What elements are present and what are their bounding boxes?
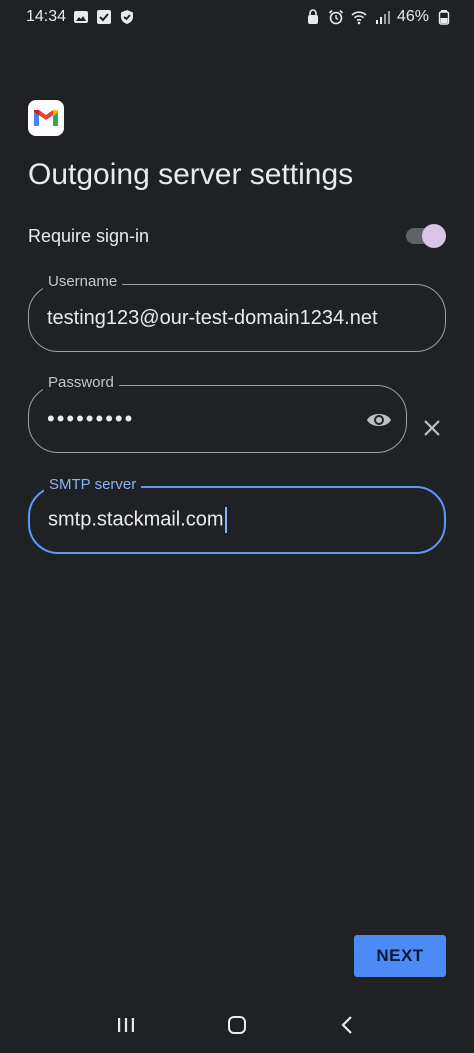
password-value: ••••••••• — [47, 406, 135, 431]
alarm-icon — [328, 9, 344, 25]
alarm-lock-icon — [305, 9, 321, 25]
system-nav-bar — [0, 997, 474, 1053]
username-value: testing123@our-test-domain1234.net — [47, 306, 378, 329]
back-icon[interactable] — [336, 1013, 360, 1037]
gmail-logo-icon — [28, 100, 64, 136]
text-cursor — [224, 507, 227, 533]
checkbox-icon — [96, 9, 112, 25]
password-label: Password — [43, 374, 119, 391]
smtp-server-value-wrap: smtp.stackmail.com — [30, 507, 227, 533]
gallery-icon — [73, 9, 89, 25]
shield-icon — [119, 9, 135, 25]
smtp-server-value: smtp.stackmail.com — [48, 508, 224, 531]
require-signin-label: Require sign-in — [28, 225, 150, 246]
show-password-eye-icon[interactable] — [366, 407, 392, 433]
status-time: 14:34 — [26, 8, 67, 25]
battery-percent: 46% — [396, 8, 429, 25]
require-signin-toggle[interactable] — [406, 223, 446, 249]
home-icon[interactable] — [225, 1013, 249, 1037]
smtp-server-field[interactable]: SMTP server smtp.stackmail.com — [28, 476, 446, 554]
toggle-thumb — [422, 224, 446, 248]
page-title: Outgoing server settings — [28, 158, 354, 191]
smtp-server-label: SMTP server — [44, 476, 142, 493]
battery-icon — [436, 9, 452, 25]
next-button[interactable]: NEXT — [354, 935, 446, 977]
signal-icon — [374, 9, 390, 25]
require-signin-row: Require sign-in — [28, 222, 446, 250]
username-field[interactable]: Username testing123@our-test-domain1234.… — [28, 273, 446, 352]
recent-apps-icon[interactable] — [114, 1013, 138, 1037]
clear-password-close-icon[interactable] — [420, 416, 444, 440]
password-field[interactable]: Password ••••••••• — [28, 374, 407, 453]
username-label: Username — [43, 273, 123, 290]
wifi-icon — [351, 9, 367, 25]
status-bar: 14:34 46% — [0, 0, 474, 34]
